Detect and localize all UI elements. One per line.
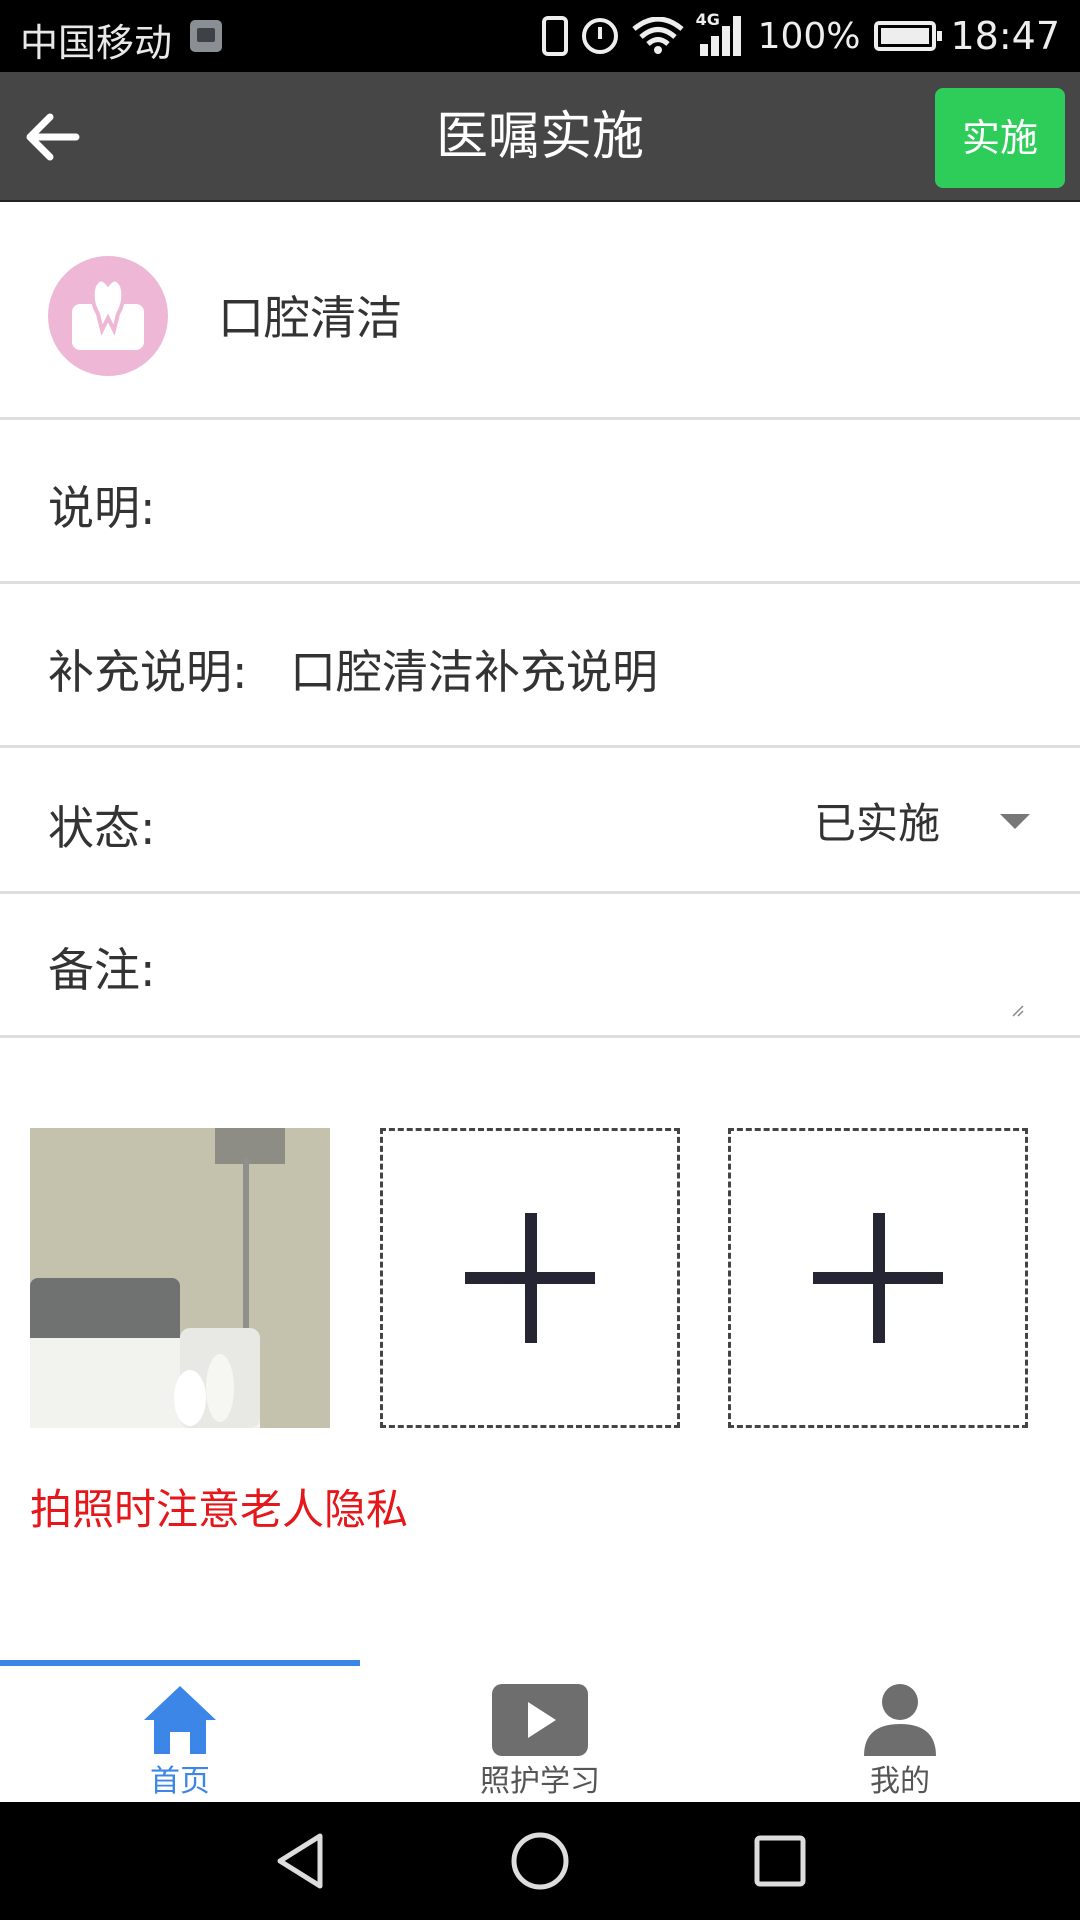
plus-icon [813,1213,943,1343]
clock: 18:47 [950,14,1060,58]
cellular-signal-icon: 4G [696,10,744,56]
gallery-notification-icon [190,20,222,52]
wifi-icon [631,17,684,54]
tab-home[interactable]: 首页 [0,1670,360,1802]
remark-row[interactable]: 备注: [0,894,1080,1038]
system-nav-bar [0,1802,1080,1920]
order-item-row: 口腔清洁 [0,206,1080,420]
battery-icon [874,21,943,51]
tab-mine[interactable]: 我的 [720,1670,1080,1802]
add-photo-button[interactable] [380,1128,680,1428]
tab-home-label: 首页 [150,1764,210,1799]
status-bar: 中国移动 4G 100% 18:47 [0,0,1080,72]
supplement-label: 补充说明: [48,645,248,699]
tab-care-learning-label: 照护学习 [480,1764,600,1799]
tab-mine-label: 我的 [870,1764,930,1799]
status-row[interactable]: 状态: 已实施 [0,748,1080,894]
bottom-tab-bar: 首页 照护学习 我的 [0,1656,1080,1802]
app-header: 医嘱实施 实施 [0,72,1080,202]
dropdown-caret-icon[interactable] [1000,814,1030,829]
carrier-name: 中国移动 [20,21,173,65]
tab-care-learning[interactable]: 照护学习 [360,1670,720,1802]
vibrate-icon [541,16,568,56]
network-type: 4G [695,10,720,29]
battery-percent: 100% [757,15,861,57]
active-tab-indicator [0,1660,360,1666]
implement-button[interactable]: 实施 [935,88,1065,188]
supplement-row: 补充说明: 口腔清洁补充说明 [0,584,1080,748]
item-name: 口腔清洁 [218,291,402,345]
resize-grip-icon[interactable] [1010,1003,1024,1017]
remark-label: 备注: [48,943,156,997]
status-label: 状态: [48,801,156,855]
status-icons: 4G 100% 18:47 [541,10,1060,62]
plus-icon [465,1213,595,1343]
uploaded-photo[interactable] [30,1128,330,1428]
status-select[interactable]: 已实施 [814,790,940,851]
alarm-icon [581,18,618,54]
privacy-note: 拍照时注意老人隐私 [30,1485,409,1534]
description-label: 说明: [48,481,156,535]
nav-home-icon[interactable] [509,1830,571,1892]
tooth-icon [48,256,168,376]
supplement-value: 口腔清洁补充说明 [290,645,658,699]
nav-recent-apps-icon[interactable] [749,1830,811,1892]
video-play-icon [492,1684,588,1756]
description-row: 说明: [0,420,1080,584]
add-photo-button[interactable] [728,1128,1028,1428]
user-icon [864,1684,936,1756]
nav-back-icon[interactable] [270,1830,332,1892]
page-title: 医嘱实施 [435,107,644,167]
home-icon [144,1686,216,1754]
